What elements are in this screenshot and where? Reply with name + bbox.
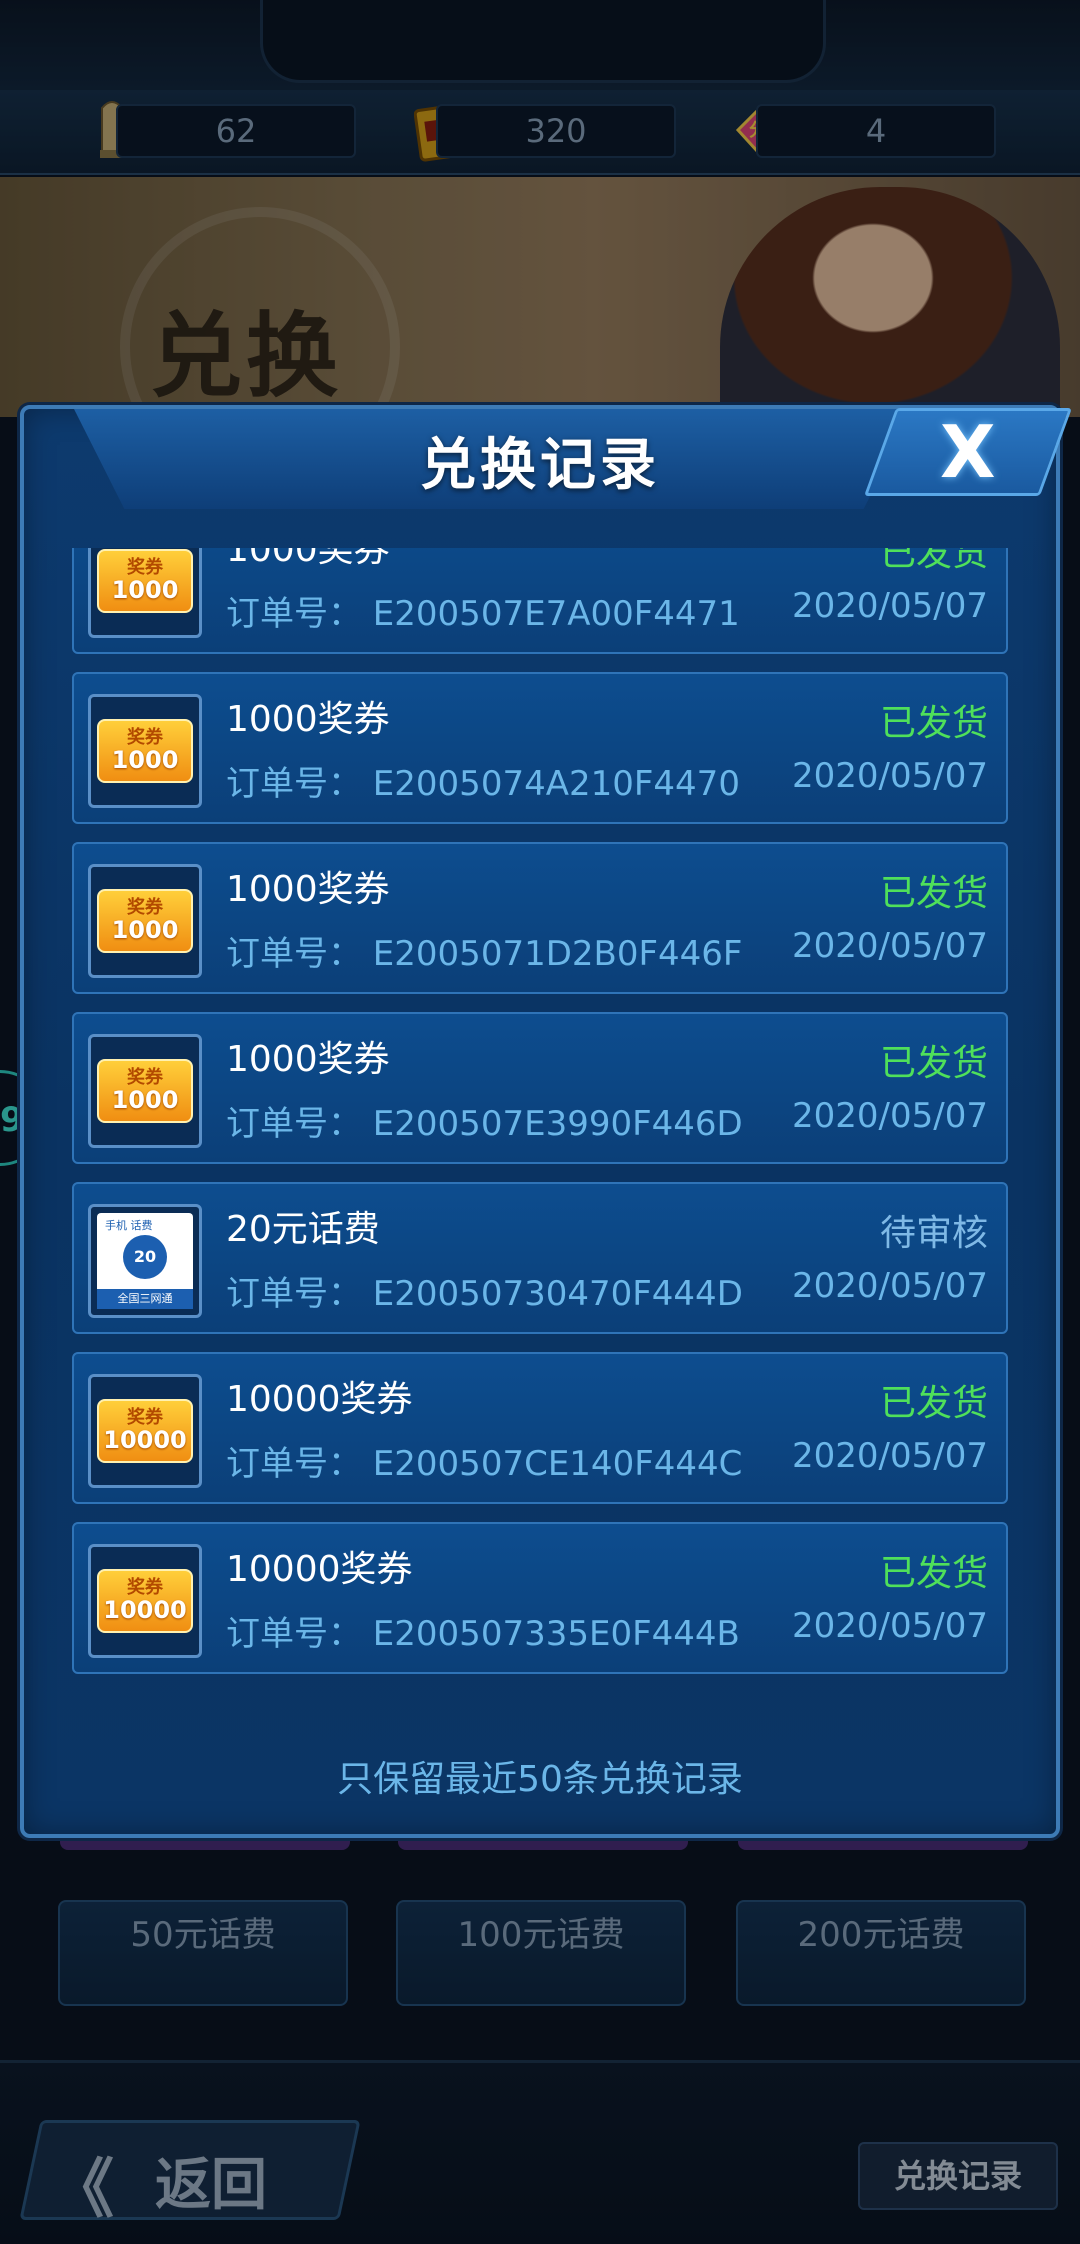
record-order-number: 订单号： E200507335E0F444B [226,1614,740,1654]
ticket-icon: 奖券 10000 [88,1374,202,1488]
ticket-amount: 10000 [103,1426,187,1454]
record-date: 2020/05/07 [792,926,988,966]
record-order-number: 订单号： E2005074A210F4470 [226,764,740,804]
record-name: 1000奖券 [226,869,390,910]
ticket-icon: 奖券 1000 [88,694,202,808]
record-item: 奖券 1000 1000奖券 已发货订单号： E200507E7A00F4471 202… [72,548,1008,654]
record-status: 待审核 [879,1213,988,1254]
record-date: 2020/05/07 [792,1096,988,1136]
record-name: 10000奖券 [226,1379,413,1420]
record-list[interactable]: 奖券 1000 1000奖券 已发货 订单号： E200507E7A00F4471 202… [72,548,1008,1685]
record-status: 已发货 [879,1553,988,1594]
ticket-graphic: 奖券 10000 [97,1569,193,1633]
record-status: 已发货 [879,873,988,914]
record-status: 已发货 [879,703,988,744]
ticket-graphic: 奖券 1000 [97,1059,193,1123]
ticket-icon: 奖券 1000 [88,548,202,638]
ticket-icon: 奖券 10000 [88,1544,202,1658]
record-order-number: 订单号： E2005071D2B0F446F [226,934,743,974]
phone-card-value: 20 [123,1235,167,1279]
record-order-number: 订单号： E200507E3990F446D [226,1104,743,1144]
phone-card-footer: 全国三网通 [97,1289,193,1309]
record-date: 2020/05/07 [792,1606,988,1646]
record-name: 20元话费 [226,1209,380,1250]
record-order-number: 订单号： E20050730470F444D [226,1274,743,1314]
record-name: 1000奖券 [226,699,390,740]
phone-card-graphic: 手机 话费 20 全国三网通 [97,1213,193,1309]
record-order-number: 订单号： E200507E7A00F4471 [226,594,740,634]
record-name: 1000奖券 [226,1039,390,1080]
ticket-graphic: 奖券 1000 [97,889,193,953]
close-icon[interactable]: X [940,410,996,494]
ticket-icon: 奖券 1000 [88,1034,202,1148]
record-date: 2020/05/07 [792,1436,988,1476]
ticket-graphic: 奖券 1000 [97,719,193,783]
record-status: 已发货 [879,1043,988,1084]
ticket-graphic: 奖券 1000 [97,549,193,613]
footer-note: 只保留最近50条兑换记录 [337,1759,743,1800]
record-name: 1000奖券 [226,548,390,570]
ticket-amount: 1000 [111,746,179,774]
record-item: 奖券 10000 10000奖券 已发货订单号： E200507CE140F444C 2… [72,1352,1008,1504]
record-date: 2020/05/07 [792,586,988,626]
record-item: 奖券 1000 1000奖券 已发货订单号： E200507E3990F446D 202… [72,1012,1008,1164]
record-item: 奖券 10000 10000奖券 已发货订单号： E200507335E0F444B 2… [72,1522,1008,1674]
phone-card-header: 手机 话费 [105,1219,153,1232]
ticket-graphic: 奖券 10000 [97,1399,193,1463]
record-status: 已发货 [879,1383,988,1424]
record-status: 已发货 [879,548,988,574]
record-name: 10000奖券 [226,1549,413,1590]
ticket-amount: 1000 [111,576,179,604]
record-date: 2020/05/07 [792,756,988,796]
phone-card-icon: 手机 话费 20 全国三网通 [88,1204,202,1318]
ticket-amount: 10000 [103,1596,187,1624]
ticket-amount: 1000 [111,1086,179,1114]
record-date: 2020/05/07 [792,1266,988,1306]
record-item: 奖券 1000 1000奖券 已发货订单号： E2005071D2B0F446F 202… [72,842,1008,994]
record-item: 奖券 1000 1000奖券 已发货订单号： E2005074A210F4470 202… [72,672,1008,824]
ticket-amount: 1000 [111,916,179,944]
ticket-icon: 奖券 1000 [88,864,202,978]
record-item: 手机 话费 20 全国三网通 20元话费 待审核订单号： E20050730470F44… [72,1182,1008,1334]
record-order-number: 订单号： E200507CE140F444C [226,1444,743,1484]
